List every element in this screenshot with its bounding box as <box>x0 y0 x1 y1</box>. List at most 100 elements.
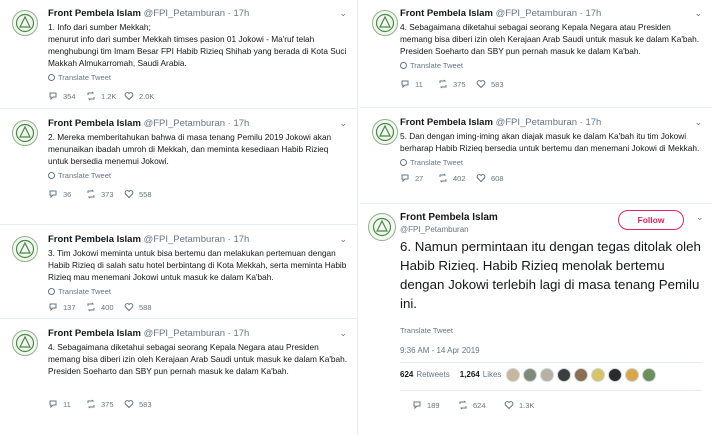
likers-avatars <box>506 368 656 382</box>
retweet-button[interactable]: 402 <box>438 173 476 183</box>
retweet-button[interactable]: 373 <box>86 189 124 199</box>
like-button[interactable]: 588 <box>124 302 162 312</box>
author-handle[interactable]: @FPI_Petamburan <box>400 224 498 235</box>
author-handle[interactable]: @FPI_Petamburan <box>144 328 225 339</box>
avatar[interactable] <box>12 236 38 262</box>
tweet-header: Front Pembela Islam @FPI_Petamburan · 17… <box>48 234 250 245</box>
globe-icon <box>400 62 407 69</box>
author-handle[interactable]: @FPI_Petamburan <box>496 117 577 128</box>
liker-avatar[interactable] <box>506 368 520 382</box>
liker-avatar[interactable] <box>642 368 656 382</box>
author-handle[interactable]: @FPI_Petamburan <box>144 8 225 19</box>
author-handle[interactable]: @FPI_Petamburan <box>144 118 225 129</box>
avatar[interactable] <box>12 10 38 36</box>
author-name[interactable]: Front Pembela Islam <box>400 211 498 224</box>
tweet-5[interactable]: Front Pembela Islam @FPI_Petamburan · 17… <box>360 109 712 204</box>
heart-icon <box>124 92 134 101</box>
avatar[interactable] <box>368 213 396 241</box>
avatar[interactable] <box>372 119 398 145</box>
like-button[interactable]: 583 <box>476 79 514 89</box>
tweet-time[interactable]: 17h <box>233 234 249 245</box>
reply-button[interactable]: 354 <box>48 91 86 101</box>
translate-tweet-link[interactable]: Translate Tweet <box>400 158 704 167</box>
tweet-time[interactable]: 17h <box>585 8 601 19</box>
chevron-down-icon[interactable]: ⌄ <box>339 8 347 19</box>
translate-tweet-link[interactable]: Translate Tweet <box>48 73 349 82</box>
author-name[interactable]: Front Pembela Islam <box>48 8 141 19</box>
timeline-left: Front Pembela Islam @FPI_Petamburan · 17… <box>0 0 358 435</box>
retweet-icon <box>87 91 95 101</box>
tweet-time[interactable]: 17h <box>233 328 249 339</box>
tweet-actions: 27 402 608 <box>400 173 704 183</box>
retweet-button[interactable]: 400 <box>86 302 124 312</box>
liker-avatar[interactable] <box>574 368 588 382</box>
chevron-down-icon[interactable]: ⌄ <box>339 234 347 245</box>
liker-avatar[interactable] <box>608 368 622 382</box>
tweet-time[interactable]: 17h <box>233 118 249 129</box>
fpi-logo-icon <box>372 217 392 237</box>
retweet-count-link[interactable]: 624 Retweets <box>400 370 450 379</box>
author-name[interactable]: Front Pembela Islam <box>48 328 141 339</box>
author-handle[interactable]: @FPI_Petamburan <box>496 8 577 19</box>
avatar[interactable] <box>12 330 38 356</box>
translate-tweet-link[interactable]: Translate Tweet <box>48 171 349 180</box>
reply-button[interactable]: 11 <box>400 79 438 89</box>
tweet-text: 4. Sebagaimana diketahui sebagai seorang… <box>400 22 700 56</box>
chevron-down-icon[interactable]: ⌄ <box>339 118 347 129</box>
translate-tweet-link[interactable]: Translate Tweet <box>400 326 453 335</box>
follow-button[interactable]: Follow <box>618 210 684 230</box>
avatar[interactable] <box>12 120 38 146</box>
tweet-4-duplicate[interactable]: Front Pembela Islam @FPI_Petamburan · 17… <box>360 0 712 108</box>
liker-avatar[interactable] <box>591 368 605 382</box>
reply-button[interactable]: 189 <box>412 400 458 410</box>
chevron-down-icon[interactable]: ⌄ <box>694 117 702 128</box>
like-button[interactable]: 1.3K <box>504 400 550 410</box>
like-button[interactable]: 608 <box>476 173 514 183</box>
reply-icon <box>49 303 57 312</box>
retweet-button[interactable]: 624 <box>458 400 504 410</box>
tweet-time[interactable]: 17h <box>585 117 601 128</box>
translate-tweet-link[interactable]: Translate Tweet <box>48 287 349 296</box>
liker-avatar[interactable] <box>557 368 571 382</box>
tweet-3[interactable]: Front Pembela Islam @FPI_Petamburan · 17… <box>0 226 357 319</box>
tweet-time[interactable]: 17h <box>233 8 249 19</box>
reply-icon <box>49 190 57 199</box>
like-button[interactable]: 558 <box>124 189 162 199</box>
engagement-stats: 624 Retweets 1,264 Likes <box>400 370 501 379</box>
tweet-timestamp[interactable]: 9:36 AM - 14 Apr 2019 <box>400 346 480 355</box>
avatar[interactable] <box>372 10 398 36</box>
like-button[interactable]: 2.0K <box>124 91 162 101</box>
author-name[interactable]: Front Pembela Islam <box>48 118 141 129</box>
translate-tweet-link[interactable]: Translate Tweet <box>400 61 704 70</box>
expanded-tweet-author[interactable]: Front Pembela Islam @FPI_Petamburan <box>400 211 498 235</box>
author-name[interactable]: Front Pembela Islam <box>48 234 141 245</box>
retweet-button[interactable]: 375 <box>86 399 124 409</box>
timeline-right: Front Pembela Islam @FPI_Petamburan · 17… <box>360 0 712 435</box>
fpi-logo-icon <box>15 123 35 143</box>
retweet-button[interactable]: 1.2K <box>86 91 124 101</box>
fpi-logo-icon <box>15 333 35 353</box>
reply-button[interactable]: 11 <box>48 399 86 409</box>
tweet-1[interactable]: Front Pembela Islam @FPI_Petamburan · 17… <box>0 0 357 109</box>
tweet-actions: 11 375 583 <box>400 79 704 89</box>
liker-avatar[interactable] <box>625 368 639 382</box>
like-button[interactable]: 583 <box>124 399 162 409</box>
author-name[interactable]: Front Pembela Islam <box>400 117 493 128</box>
chevron-down-icon[interactable]: ⌄ <box>696 212 704 223</box>
reply-button[interactable]: 36 <box>48 189 86 199</box>
tweet-actions: 354 1.2K 2.0K <box>48 91 349 101</box>
like-count-link[interactable]: 1,264 Likes <box>460 370 502 379</box>
retweet-button[interactable]: 375 <box>438 79 476 89</box>
reply-button[interactable]: 27 <box>400 173 438 183</box>
chevron-down-icon[interactable]: ⌄ <box>694 8 702 19</box>
expanded-tweet-text: 6. Namun permintaan itu dengan tegas dit… <box>400 239 701 311</box>
liker-avatar[interactable] <box>540 368 554 382</box>
tweet-4[interactable]: Front Pembela Islam @FPI_Petamburan · 17… <box>0 320 357 435</box>
author-handle[interactable]: @FPI_Petamburan <box>144 234 225 245</box>
chevron-down-icon[interactable]: ⌄ <box>339 328 347 339</box>
liker-avatar[interactable] <box>523 368 537 382</box>
globe-icon <box>400 159 407 166</box>
tweet-2[interactable]: Front Pembela Islam @FPI_Petamburan · 17… <box>0 110 357 225</box>
author-name[interactable]: Front Pembela Islam <box>400 8 493 19</box>
reply-button[interactable]: 137 <box>48 302 86 312</box>
